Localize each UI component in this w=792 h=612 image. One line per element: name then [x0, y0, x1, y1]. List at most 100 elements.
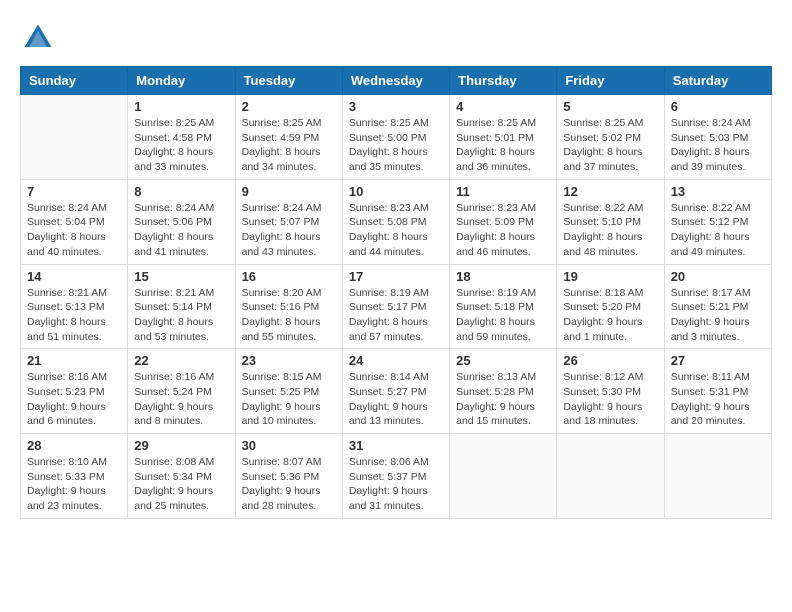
calendar-day-cell	[21, 95, 128, 180]
calendar-day-cell: 30 Sunrise: 8:07 AM Sunset: 5:36 PM Dayli…	[235, 434, 342, 519]
day-info: Sunrise: 8:25 AM Sunset: 5:01 PM Dayligh…	[456, 116, 550, 175]
calendar-day-cell: 11 Sunrise: 8:23 AM Sunset: 5:09 PM Dayli…	[450, 179, 557, 264]
calendar-day-cell: 7Sunrise: 8:24 AM Sunset: 5:04 PM Daylig…	[21, 179, 128, 264]
calendar-day-cell: 29 Sunrise: 8:08 AM Sunset: 5:34 PM Dayli…	[128, 434, 235, 519]
calendar-day-cell: 23 Sunrise: 8:15 AM Sunset: 5:25 PM Dayli…	[235, 349, 342, 434]
calendar-day-cell: 6 Sunrise: 8:24 AM Sunset: 5:03 PM Daylig…	[664, 95, 771, 180]
calendar-day-cell: 17 Sunrise: 8:19 AM Sunset: 5:17 PM Dayli…	[342, 264, 449, 349]
calendar-week-row: 28 Sunrise: 8:10 AM Sunset: 5:33 PM Dayli…	[21, 434, 772, 519]
day-info: Sunrise: 8:20 AM Sunset: 5:16 PM Dayligh…	[242, 286, 336, 345]
day-of-week-header: Tuesday	[235, 67, 342, 95]
calendar-day-cell: 14 Sunrise: 8:21 AM Sunset: 5:13 PM Dayli…	[21, 264, 128, 349]
calendar-day-cell: 8Sunrise: 8:24 AM Sunset: 5:06 PM Daylig…	[128, 179, 235, 264]
calendar-day-cell	[664, 434, 771, 519]
day-of-week-header: Thursday	[450, 67, 557, 95]
day-number: 10	[349, 184, 443, 199]
day-number: 22	[134, 353, 228, 368]
day-info: Sunrise: 8:24 AM Sunset: 5:03 PM Dayligh…	[671, 116, 765, 175]
day-info: Sunrise: 8:21 AM Sunset: 5:14 PM Dayligh…	[134, 286, 228, 345]
calendar-day-cell: 19Sunrise: 8:18 AM Sunset: 5:20 PM Dayli…	[557, 264, 664, 349]
day-info: Sunrise: 8:16 AM Sunset: 5:23 PM Dayligh…	[27, 370, 121, 429]
calendar-week-row: 7Sunrise: 8:24 AM Sunset: 5:04 PM Daylig…	[21, 179, 772, 264]
calendar-day-cell: 18 Sunrise: 8:19 AM Sunset: 5:18 PM Dayli…	[450, 264, 557, 349]
day-number: 26	[563, 353, 657, 368]
day-info: Sunrise: 8:06 AM Sunset: 5:37 PM Dayligh…	[349, 455, 443, 514]
calendar-day-cell: 16 Sunrise: 8:20 AM Sunset: 5:16 PM Dayli…	[235, 264, 342, 349]
calendar-day-cell: 25 Sunrise: 8:13 AM Sunset: 5:28 PM Dayli…	[450, 349, 557, 434]
calendar-day-cell: 13Sunrise: 8:22 AM Sunset: 5:12 PM Dayli…	[664, 179, 771, 264]
day-info: Sunrise: 8:07 AM Sunset: 5:36 PM Dayligh…	[242, 455, 336, 514]
day-number: 11	[456, 184, 550, 199]
calendar-day-cell: 15Sunrise: 8:21 AM Sunset: 5:14 PM Dayli…	[128, 264, 235, 349]
day-number: 16	[242, 269, 336, 284]
day-number: 17	[349, 269, 443, 284]
day-info: Sunrise: 8:22 AM Sunset: 5:10 PM Dayligh…	[563, 201, 657, 260]
day-number: 14	[27, 269, 121, 284]
calendar-day-cell: 1 Sunrise: 8:25 AM Sunset: 4:58 PM Daylig…	[128, 95, 235, 180]
day-info: Sunrise: 8:23 AM Sunset: 5:09 PM Dayligh…	[456, 201, 550, 260]
calendar-header-row: SundayMondayTuesdayWednesdayThursdayFrid…	[21, 67, 772, 95]
day-number: 2	[242, 99, 336, 114]
day-of-week-header: Friday	[557, 67, 664, 95]
day-info: Sunrise: 8:13 AM Sunset: 5:28 PM Dayligh…	[456, 370, 550, 429]
day-number: 23	[242, 353, 336, 368]
calendar-day-cell: 24Sunrise: 8:14 AM Sunset: 5:27 PM Dayli…	[342, 349, 449, 434]
day-number: 28	[27, 438, 121, 453]
day-info: Sunrise: 8:18 AM Sunset: 5:20 PM Dayligh…	[563, 286, 657, 345]
calendar-day-cell	[450, 434, 557, 519]
day-info: Sunrise: 8:15 AM Sunset: 5:25 PM Dayligh…	[242, 370, 336, 429]
day-info: Sunrise: 8:21 AM Sunset: 5:13 PM Dayligh…	[27, 286, 121, 345]
day-info: Sunrise: 8:25 AM Sunset: 5:02 PM Dayligh…	[563, 116, 657, 175]
day-number: 9	[242, 184, 336, 199]
day-info: Sunrise: 8:11 AM Sunset: 5:31 PM Dayligh…	[671, 370, 765, 429]
calendar-day-cell: 20 Sunrise: 8:17 AM Sunset: 5:21 PM Dayli…	[664, 264, 771, 349]
day-info: Sunrise: 8:19 AM Sunset: 5:18 PM Dayligh…	[456, 286, 550, 345]
calendar-day-cell: 22 Sunrise: 8:16 AM Sunset: 5:24 PM Dayli…	[128, 349, 235, 434]
calendar-day-cell	[557, 434, 664, 519]
calendar-day-cell: 26 Sunrise: 8:12 AM Sunset: 5:30 PM Dayli…	[557, 349, 664, 434]
calendar-week-row: 21 Sunrise: 8:16 AM Sunset: 5:23 PM Dayli…	[21, 349, 772, 434]
logo	[20, 20, 62, 56]
day-number: 1	[134, 99, 228, 114]
day-number: 31	[349, 438, 443, 453]
day-number: 20	[671, 269, 765, 284]
day-number: 29	[134, 438, 228, 453]
calendar-day-cell: 28 Sunrise: 8:10 AM Sunset: 5:33 PM Dayli…	[21, 434, 128, 519]
calendar-day-cell: 21 Sunrise: 8:16 AM Sunset: 5:23 PM Dayli…	[21, 349, 128, 434]
day-info: Sunrise: 8:19 AM Sunset: 5:17 PM Dayligh…	[349, 286, 443, 345]
logo-icon	[20, 20, 56, 56]
day-info: Sunrise: 8:25 AM Sunset: 4:58 PM Dayligh…	[134, 116, 228, 175]
day-number: 18	[456, 269, 550, 284]
calendar-day-cell: 3Sunrise: 8:25 AM Sunset: 5:00 PM Daylig…	[342, 95, 449, 180]
day-number: 27	[671, 353, 765, 368]
day-info: Sunrise: 8:17 AM Sunset: 5:21 PM Dayligh…	[671, 286, 765, 345]
day-number: 13	[671, 184, 765, 199]
day-number: 8	[134, 184, 228, 199]
day-number: 25	[456, 353, 550, 368]
day-info: Sunrise: 8:23 AM Sunset: 5:08 PM Dayligh…	[349, 201, 443, 260]
calendar-day-cell: 5 Sunrise: 8:25 AM Sunset: 5:02 PM Daylig…	[557, 95, 664, 180]
day-number: 30	[242, 438, 336, 453]
day-number: 21	[27, 353, 121, 368]
calendar-day-cell: 12 Sunrise: 8:22 AM Sunset: 5:10 PM Dayli…	[557, 179, 664, 264]
day-info: Sunrise: 8:08 AM Sunset: 5:34 PM Dayligh…	[134, 455, 228, 514]
day-info: Sunrise: 8:12 AM Sunset: 5:30 PM Dayligh…	[563, 370, 657, 429]
day-number: 7	[27, 184, 121, 199]
day-of-week-header: Sunday	[21, 67, 128, 95]
day-info: Sunrise: 8:10 AM Sunset: 5:33 PM Dayligh…	[27, 455, 121, 514]
calendar-day-cell: 2Sunrise: 8:25 AM Sunset: 4:59 PM Daylig…	[235, 95, 342, 180]
day-of-week-header: Saturday	[664, 67, 771, 95]
day-info: Sunrise: 8:24 AM Sunset: 5:07 PM Dayligh…	[242, 201, 336, 260]
day-info: Sunrise: 8:16 AM Sunset: 5:24 PM Dayligh…	[134, 370, 228, 429]
calendar-day-cell: 10 Sunrise: 8:23 AM Sunset: 5:08 PM Dayli…	[342, 179, 449, 264]
day-number: 6	[671, 99, 765, 114]
day-number: 5	[563, 99, 657, 114]
day-number: 4	[456, 99, 550, 114]
day-info: Sunrise: 8:14 AM Sunset: 5:27 PM Dayligh…	[349, 370, 443, 429]
calendar-day-cell: 9 Sunrise: 8:24 AM Sunset: 5:07 PM Daylig…	[235, 179, 342, 264]
day-of-week-header: Wednesday	[342, 67, 449, 95]
calendar-day-cell: 4 Sunrise: 8:25 AM Sunset: 5:01 PM Daylig…	[450, 95, 557, 180]
day-of-week-header: Monday	[128, 67, 235, 95]
day-number: 12	[563, 184, 657, 199]
calendar-week-row: 14 Sunrise: 8:21 AM Sunset: 5:13 PM Dayli…	[21, 264, 772, 349]
